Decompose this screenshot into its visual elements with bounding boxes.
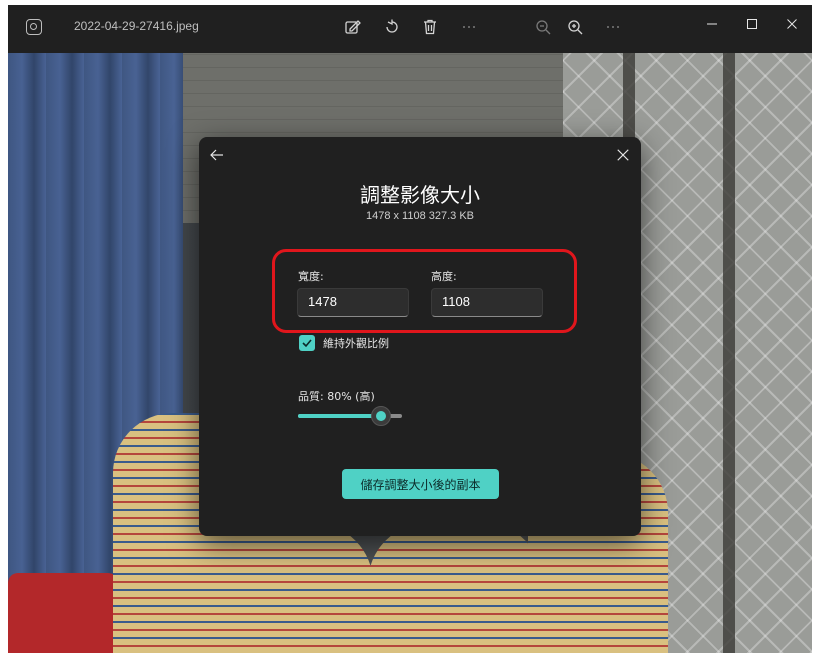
quality-slider-thumb[interactable] — [371, 406, 392, 426]
window-close-button[interactable] — [772, 9, 812, 39]
aspect-ratio-checkbox[interactable] — [299, 335, 315, 351]
photo-person — [223, 523, 373, 653]
minimize-button[interactable] — [692, 9, 732, 39]
more-options-icon[interactable] — [601, 15, 625, 39]
photos-app-icon — [26, 19, 42, 35]
title-bar: 2022-04-29-27416.jpeg — [8, 5, 812, 53]
photo-bucket — [8, 573, 118, 653]
aspect-ratio-label: 維持外觀比例 — [323, 337, 389, 350]
image-info: 1478 x 1108 327.3 KB — [365, 210, 475, 222]
file-name: 2022-04-29-27416.jpeg — [74, 19, 199, 33]
quality-slider[interactable] — [298, 406, 402, 426]
quality-label: 品質: 80% (高) — [298, 390, 375, 403]
red-highlight-annotation — [272, 249, 577, 333]
resize-image-dialog: 調整影像大小 1478 x 1108 327.3 KB 寬度: 1478 高度:… — [199, 137, 641, 536]
quality-slider-fill — [298, 414, 382, 418]
rotate-icon[interactable] — [380, 15, 404, 39]
photo-person — [368, 523, 543, 653]
maximize-button[interactable] — [732, 9, 772, 39]
zoom-in-icon[interactable] — [563, 15, 587, 39]
more-icon[interactable] — [457, 15, 481, 39]
dialog-close-icon[interactable] — [611, 143, 635, 167]
back-arrow-icon[interactable] — [205, 143, 229, 167]
photos-app-window: 2022-04-29-27416.jpeg 調整影像大小 1478 x 1108… — [8, 5, 812, 653]
edit-image-icon[interactable] — [341, 15, 365, 39]
zoom-out-icon[interactable] — [531, 15, 555, 39]
save-resized-copy-button[interactable]: 儲存調整大小後的副本 — [342, 469, 499, 499]
dialog-title: 調整影像大小 — [360, 183, 480, 207]
delete-icon[interactable] — [418, 15, 442, 39]
